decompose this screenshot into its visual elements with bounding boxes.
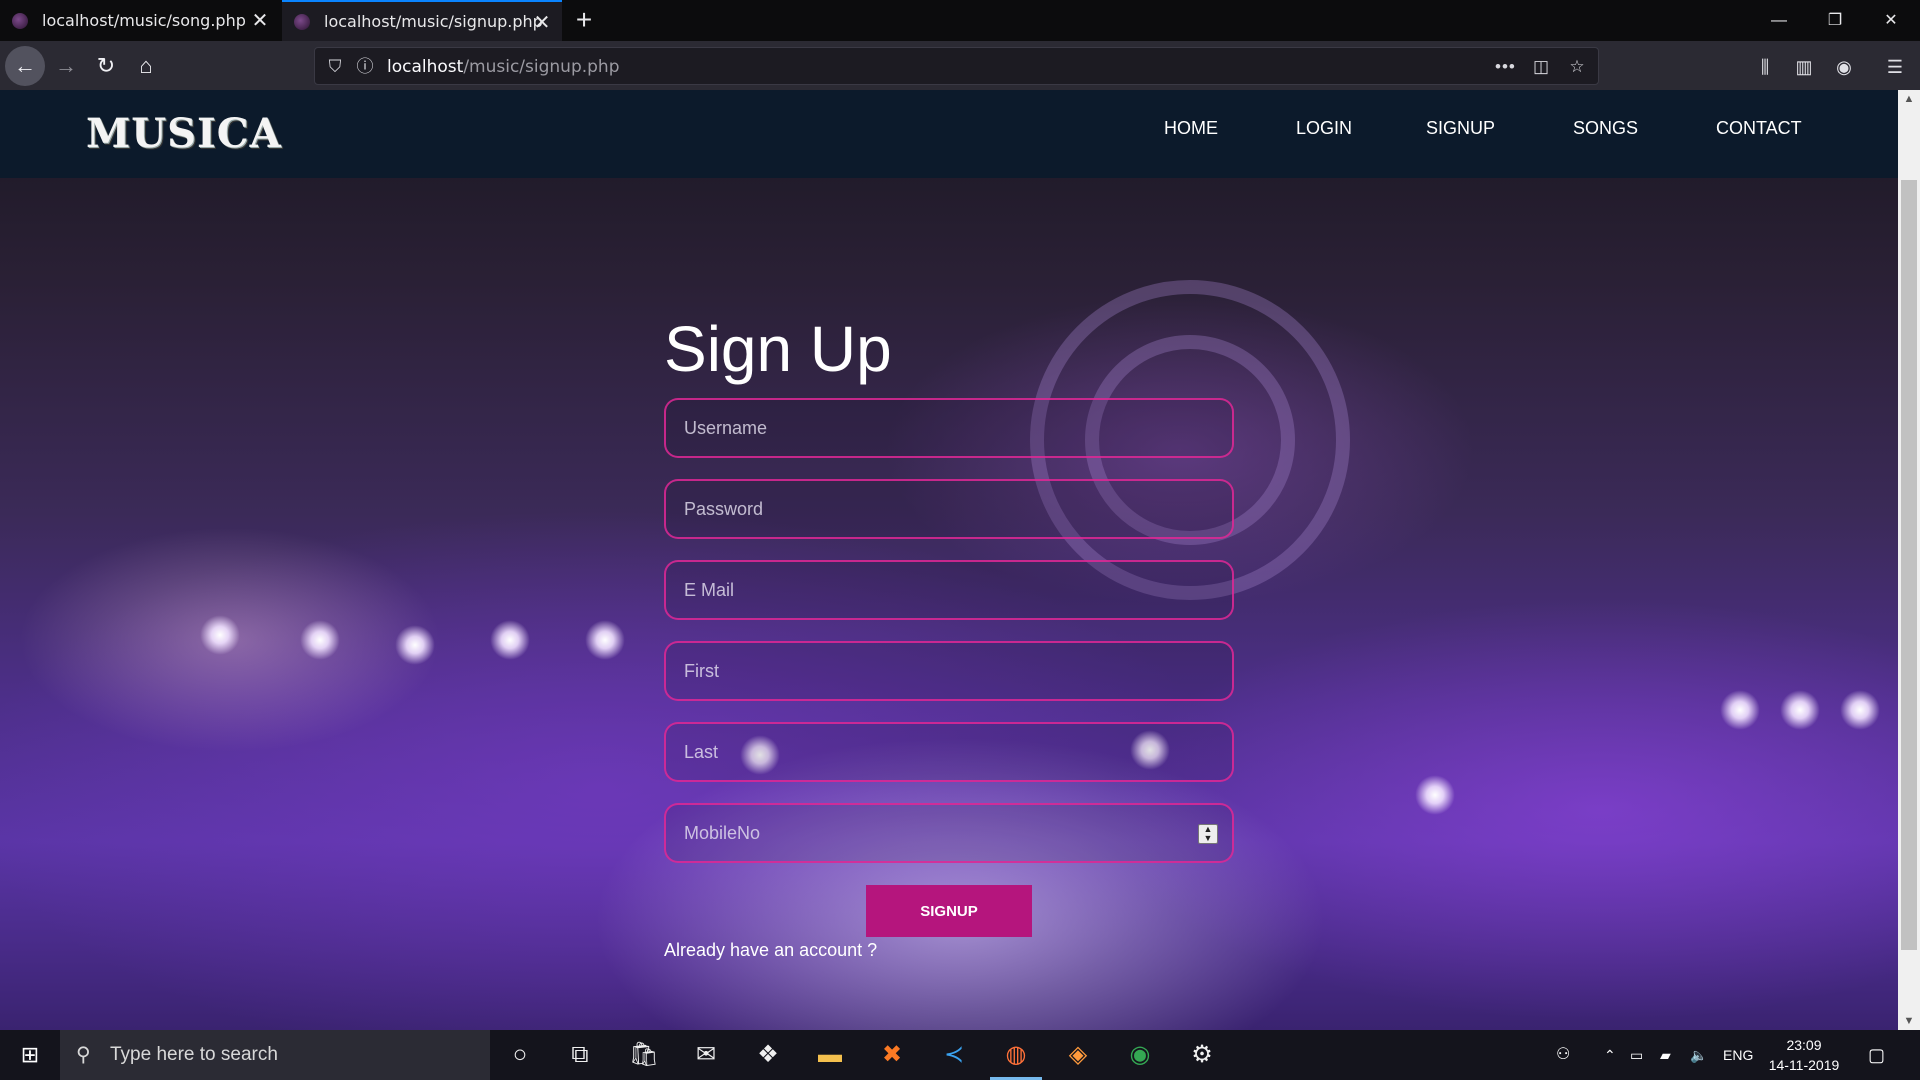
site-info-icon[interactable]: ⓘ — [355, 57, 375, 77]
site-header: MUSICA HOME LOGIN SIGNUP SONGS CONTACT — [0, 90, 1898, 178]
nav-login[interactable]: LOGIN — [1296, 118, 1352, 139]
mobile-input[interactable] — [666, 805, 1232, 861]
username-field[interactable] — [664, 398, 1234, 458]
firefox-icon[interactable]: ◍ — [990, 1030, 1042, 1080]
back-arrow-icon[interactable]: ← — [5, 46, 45, 86]
stage-light — [490, 620, 530, 660]
stage-light — [1780, 690, 1820, 730]
account-icon[interactable]: ◉ — [1832, 55, 1856, 79]
chrome-icon[interactable]: ◉ — [1114, 1030, 1166, 1080]
page-viewport: MUSICA HOME LOGIN SIGNUP SONGS CONTACT S… — [0, 90, 1898, 1030]
close-tab-icon[interactable]: ✕ — [250, 10, 270, 30]
nav-home[interactable]: HOME — [1164, 118, 1218, 139]
language-indicator[interactable]: ENG — [1723, 1030, 1753, 1080]
volume-icon[interactable]: 🔈 — [1690, 1030, 1707, 1080]
reload-icon[interactable]: ↻ — [86, 46, 126, 86]
page-scrollbar[interactable]: ▲ ▼ — [1898, 90, 1920, 1030]
tab-label: localhost/music/song.php — [42, 11, 246, 30]
minimize-icon[interactable]: — — [1751, 0, 1807, 41]
system-clock[interactable]: 23:09 14-11-2019 — [1766, 1035, 1842, 1075]
battery-icon[interactable]: ▰ — [1660, 1030, 1671, 1080]
mobile-field[interactable]: ▲▼ — [664, 803, 1234, 863]
cortana-icon[interactable]: ○ — [494, 1030, 546, 1080]
shield-icon[interactable]: ⛉ — [325, 57, 345, 77]
login-link[interactable]: Already have an account ? — [664, 940, 877, 961]
first-name-input[interactable] — [666, 643, 1232, 699]
bookmark-star-icon[interactable]: ☆ — [1567, 57, 1587, 77]
search-placeholder: Type here to search — [110, 1044, 278, 1065]
nav-signup[interactable]: SIGNUP — [1426, 118, 1495, 139]
library-icon[interactable]: ⫼ — [1753, 55, 1777, 79]
last-name-input[interactable] — [666, 724, 1232, 780]
sidebar-icon[interactable]: ▥ — [1792, 55, 1816, 79]
signup-button[interactable]: SIGNUP — [866, 885, 1032, 937]
url-host: localhost — [387, 57, 464, 77]
browser-tab-strip: localhost/music/song.php ✕ localhost/mus… — [0, 0, 1920, 41]
stage-light — [1840, 690, 1880, 730]
file-explorer-icon[interactable]: ▬ — [804, 1030, 856, 1080]
search-icon: ⚲ — [76, 1044, 91, 1066]
stage-light — [200, 615, 240, 655]
mail-icon[interactable]: ✉ — [680, 1030, 732, 1080]
settings-gear-icon[interactable]: ⚙ — [1176, 1030, 1228, 1080]
xampp-icon[interactable]: ✖ — [866, 1030, 918, 1080]
email-field[interactable] — [664, 560, 1234, 620]
stage-light — [300, 620, 340, 660]
home-icon[interactable]: ⌂ — [126, 46, 166, 86]
close-tab-icon[interactable]: ✕ — [532, 12, 552, 32]
password-field[interactable] — [664, 479, 1234, 539]
store-icon[interactable]: 🛍 — [618, 1030, 670, 1080]
url-text[interactable]: localhost/music/signup.php — [387, 57, 620, 77]
browser-toolbar: ← → ↻ ⌂ ⛉ ⓘ localhost/music/signup.php •… — [0, 41, 1920, 90]
stage-light — [1720, 690, 1760, 730]
network-icon[interactable]: ▭ — [1630, 1030, 1643, 1080]
last-name-field[interactable] — [664, 722, 1234, 782]
site-favicon-icon — [294, 13, 310, 30]
vscode-icon[interactable]: ≺ — [928, 1030, 980, 1080]
stage-light — [395, 625, 435, 665]
app-icon[interactable]: ◈ — [1052, 1030, 1104, 1080]
chevron-up-icon[interactable]: ⌃ — [1604, 1030, 1616, 1080]
dropbox-icon[interactable]: ❖ — [742, 1030, 794, 1080]
tab-signup[interactable]: localhost/music/signup.php ✕ — [282, 0, 562, 41]
restore-icon[interactable]: ❐ — [1807, 0, 1863, 41]
close-window-icon[interactable]: ✕ — [1863, 0, 1919, 41]
new-tab-icon[interactable]: + — [570, 6, 598, 34]
password-input[interactable] — [666, 481, 1232, 537]
menu-hamburger-icon[interactable]: ☰ — [1883, 55, 1907, 79]
taskbar: ⊞ ⚲ Type here to search ○ ⧉ 🛍 ✉ ❖ ▬ ✖ ≺ … — [0, 1030, 1920, 1080]
clock-time: 23:09 — [1786, 1037, 1822, 1053]
clock-date: 14-11-2019 — [1768, 1057, 1840, 1073]
site-logo[interactable]: MUSICA — [86, 110, 282, 157]
email-input[interactable] — [666, 562, 1232, 618]
stage-light — [1415, 775, 1455, 815]
first-name-field[interactable] — [664, 641, 1234, 701]
number-spinner-icon[interactable]: ▲ ▼ — [1198, 824, 1218, 844]
tab-label: localhost/music/signup.php — [324, 12, 543, 31]
notifications-icon[interactable]: ▢ — [1868, 1030, 1885, 1080]
nav-songs[interactable]: SONGS — [1573, 118, 1638, 139]
taskbar-search[interactable]: ⚲ Type here to search — [60, 1030, 490, 1080]
nav-contact[interactable]: CONTACT — [1716, 118, 1802, 139]
pocket-icon[interactable]: ◫ — [1531, 57, 1551, 77]
url-path: /music/signup.php — [463, 57, 620, 77]
tab-song[interactable]: localhost/music/song.php ✕ — [0, 0, 280, 41]
scroll-up-icon[interactable]: ▲ — [1898, 90, 1920, 108]
page-title: Sign Up — [664, 313, 892, 385]
stage-light — [585, 620, 625, 660]
page-actions-icon[interactable]: ••• — [1495, 57, 1515, 77]
username-input[interactable] — [666, 400, 1232, 456]
scrollbar-thumb[interactable] — [1901, 180, 1917, 950]
windows-start-icon[interactable]: ⊞ — [0, 1030, 60, 1080]
forward-arrow-icon[interactable]: → — [46, 46, 86, 86]
people-icon[interactable]: ⚇ — [1556, 1030, 1570, 1080]
scroll-down-icon[interactable]: ▼ — [1898, 1012, 1920, 1030]
site-favicon-icon — [12, 12, 28, 29]
address-bar[interactable]: ⛉ ⓘ localhost/music/signup.php ••• ◫ ☆ — [314, 47, 1599, 85]
task-view-icon[interactable]: ⧉ — [554, 1030, 606, 1080]
